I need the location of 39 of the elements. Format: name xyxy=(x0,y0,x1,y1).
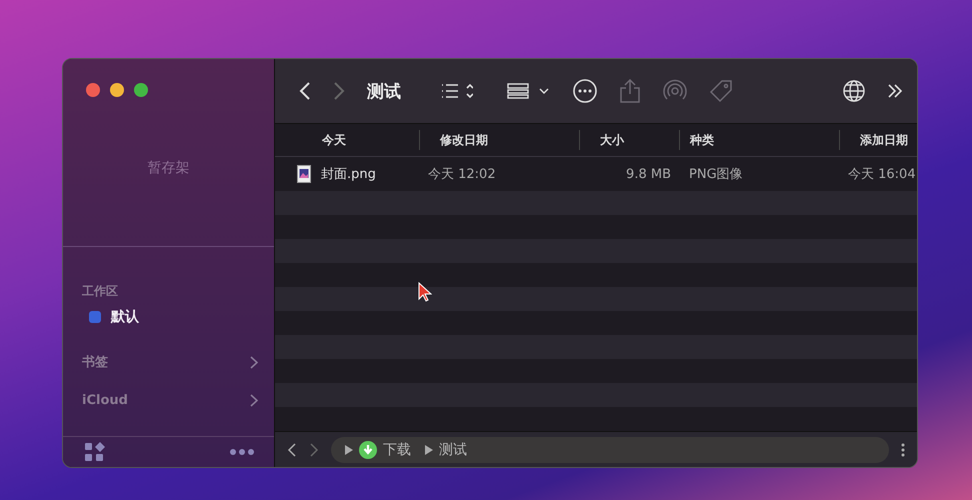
pointer-icon xyxy=(418,282,432,302)
file-name[interactable]: 封面.png xyxy=(321,165,376,183)
section-header: 工作区 xyxy=(82,283,119,300)
grid-icon[interactable] xyxy=(84,442,106,462)
close-button[interactable] xyxy=(86,83,100,97)
triangle-icon xyxy=(425,444,433,454)
back-icon[interactable] xyxy=(287,442,297,456)
table-cell-text: 今天 12:02 xyxy=(427,166,497,183)
minimize-button[interactable] xyxy=(110,83,124,97)
globe-icon[interactable] xyxy=(843,80,865,102)
more-icon[interactable] xyxy=(573,79,597,103)
path-item[interactable]: 下载 xyxy=(383,440,411,458)
shelf-label: 暂存架 xyxy=(148,158,190,176)
share-icon[interactable] xyxy=(619,79,641,103)
triangle-icon xyxy=(345,444,353,454)
chevron-icon[interactable] xyxy=(250,394,258,406)
gallery-view-icon[interactable] xyxy=(507,83,551,99)
more-icon[interactable] xyxy=(230,449,254,455)
image-file-icon xyxy=(297,165,311,183)
column-header[interactable]: 今天 xyxy=(275,130,419,150)
column-header[interactable]: 大小 xyxy=(579,130,679,150)
table-cell-text: PNG图像 xyxy=(688,166,744,183)
path-item[interactable]: 测试 xyxy=(439,440,467,458)
more-icon[interactable] xyxy=(901,442,905,456)
tag-icon[interactable] xyxy=(709,79,733,103)
sidebar-group[interactable]: iCloud xyxy=(82,392,128,408)
table-cell-text: 9.8 MB xyxy=(625,166,672,182)
list-view-icon[interactable] xyxy=(441,83,473,99)
chevron-icon[interactable] xyxy=(250,356,258,368)
overflow-icon[interactable] xyxy=(887,84,903,98)
column-header[interactable]: 修改日期 xyxy=(419,130,579,150)
column-header[interactable]: 种类 xyxy=(679,130,839,150)
forward-icon[interactable] xyxy=(309,442,319,456)
window-title: 测试 xyxy=(367,80,401,102)
download-icon xyxy=(359,440,377,458)
zoom-button[interactable] xyxy=(134,83,148,97)
table-cell-text: 今天 16:04 xyxy=(847,166,917,183)
workspace-item[interactable]: 默认 xyxy=(111,308,139,326)
column-header[interactable]: 添加日期 xyxy=(839,130,917,150)
